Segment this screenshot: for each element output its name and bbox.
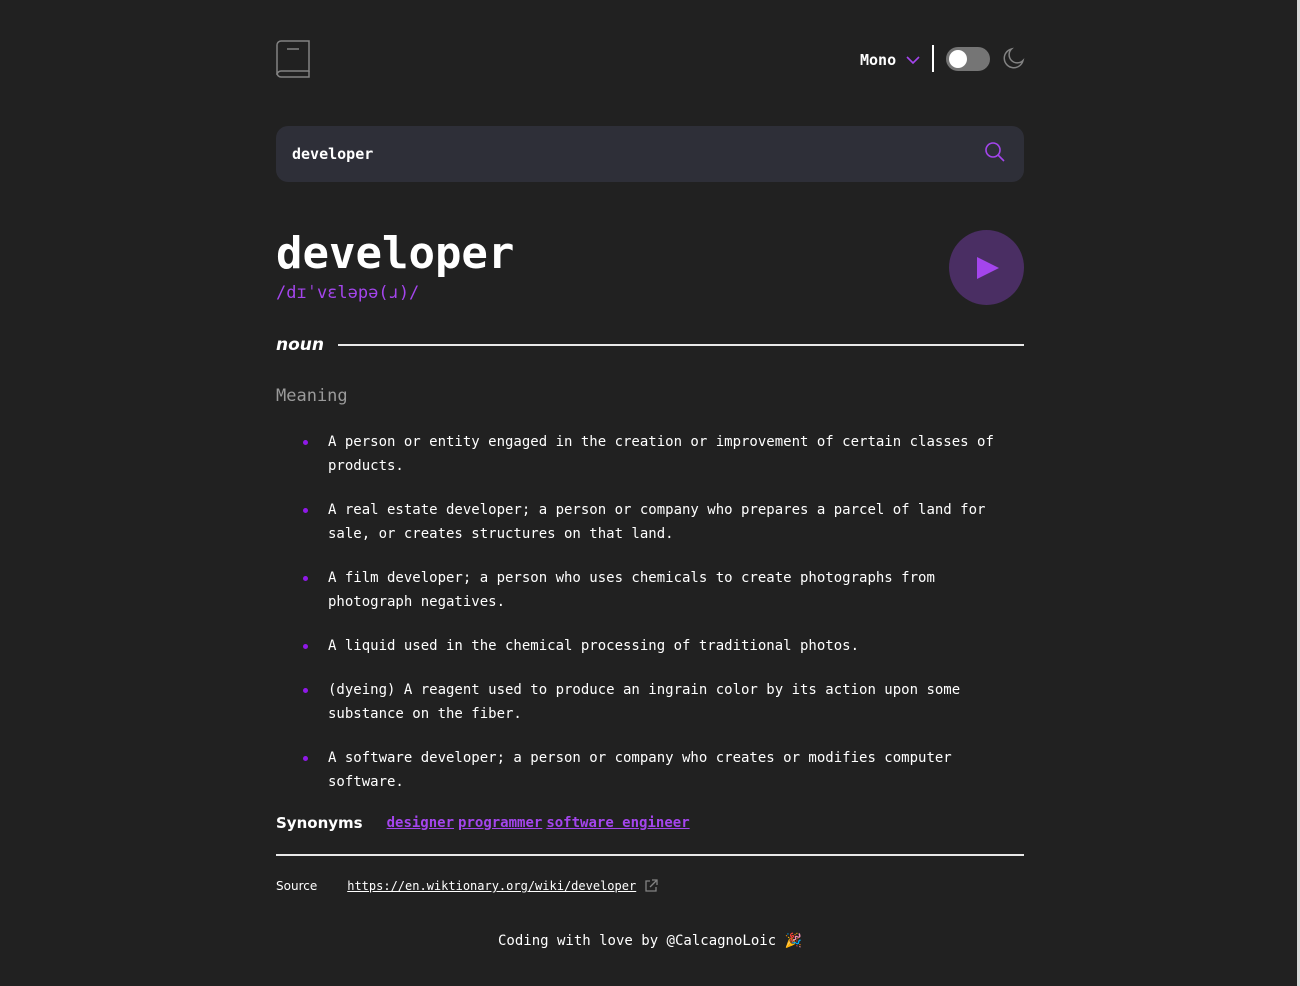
play-button[interactable]: [949, 230, 1024, 305]
definition-item: (dyeing) A reagent used to produce an in…: [276, 678, 1024, 726]
definition-item: A real estate developer; a person or com…: [276, 498, 1024, 546]
theme-toggle-knob: [949, 50, 967, 68]
footer-credit: Coding with love by @CalcagnoLoic 🎉: [497, 933, 802, 949]
bullet: [303, 440, 308, 445]
header: Mono: [276, 40, 1025, 80]
definition-text: A liquid used in the chemical processing…: [328, 638, 860, 654]
definition-text: A person or entity engaged in the creati…: [328, 434, 994, 474]
definition-item: A liquid used in the chemical processing…: [276, 634, 1024, 658]
part-of-speech-divider: [338, 344, 1024, 346]
synonyms-label: Synonyms: [276, 814, 363, 832]
meaning-heading: Meaning: [276, 386, 348, 406]
synonym-link-programmer[interactable]: programmer: [458, 815, 542, 831]
search-bar: [276, 126, 1024, 182]
definition-text: A film developer; a person who uses chem…: [328, 570, 935, 610]
phonetic: /dɪˈvɛləpə(ɹ)/: [276, 283, 420, 303]
definition-item: A person or entity engaged in the creati…: [276, 430, 1024, 478]
definition-text: A software developer; a person or compan…: [328, 750, 952, 790]
play-icon: [977, 257, 999, 279]
part-of-speech: noun: [276, 335, 324, 355]
font-selector-label: Mono: [860, 51, 897, 69]
font-selector[interactable]: Mono: [860, 50, 920, 70]
bullet: [303, 576, 308, 581]
source-divider: [276, 854, 1024, 856]
definition-text: A real estate developer; a person or com…: [328, 502, 986, 542]
synonym-link-designer[interactable]: designer: [387, 815, 454, 831]
source-label: Source: [276, 879, 318, 893]
synonyms-row: Synonyms designer programmer software en…: [276, 812, 694, 834]
search-icon[interactable]: [984, 141, 1006, 163]
external-link-icon[interactable]: [644, 879, 658, 893]
bullet: [303, 688, 308, 693]
synonym-link-software-engineer[interactable]: software engineer: [546, 815, 689, 831]
bullet: [303, 756, 308, 761]
theme-toggle[interactable]: [946, 47, 990, 71]
definition-item: A software developer; a person or compan…: [276, 746, 1024, 794]
bullet: [303, 508, 308, 513]
bullet: [303, 644, 308, 649]
chevron-down-icon: [906, 56, 920, 65]
search-input[interactable]: [276, 126, 966, 182]
source-link[interactable]: https://en.wiktionary.org/wiki/developer: [347, 879, 636, 893]
source-row: Source https://en.wiktionary.org/wiki/de…: [276, 876, 658, 896]
definition-item: A film developer; a person who uses chem…: [276, 566, 1024, 614]
definitions-list: A person or entity engaged in the creati…: [276, 430, 1024, 814]
dictionary-page: Mono developer /dɪˈvɛləpə(ɹ)/: [0, 0, 1300, 986]
header-divider: [932, 45, 934, 72]
word-title: developer: [276, 228, 515, 279]
moon-icon: [1003, 47, 1025, 69]
definition-text: (dyeing) A reagent used to produce an in…: [328, 682, 961, 722]
book-icon[interactable]: [276, 40, 310, 78]
